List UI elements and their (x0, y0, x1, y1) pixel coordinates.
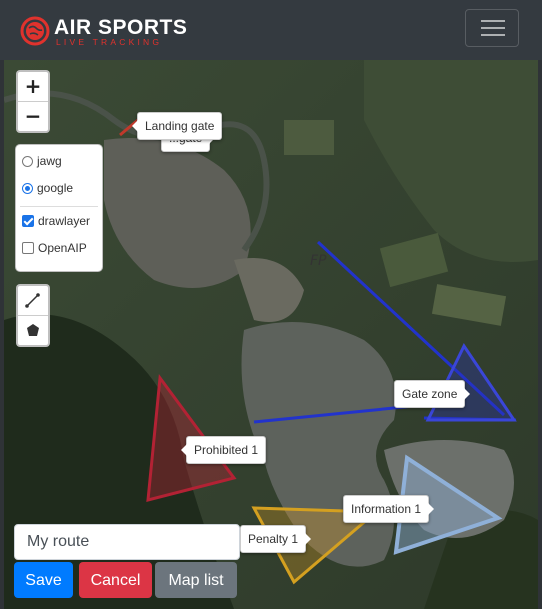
map-label-information[interactable]: Information 1 (343, 495, 435, 523)
menu-toggle-button[interactable] (465, 9, 519, 47)
polygon-icon (27, 324, 39, 336)
overlay-option-openaip[interactable]: OpenAIP (22, 241, 87, 255)
overlay-label-drawlayer: drawlayer (38, 214, 91, 228)
zoom-out-button[interactable]: − (18, 102, 48, 131)
layer-label-google: google (37, 181, 74, 195)
cancel-button[interactable]: Cancel (79, 562, 152, 598)
layer-label-jawg: jawg (37, 154, 62, 168)
layer-divider (20, 206, 98, 207)
save-button[interactable]: Save (14, 562, 73, 598)
map-list-button[interactable]: Map list (155, 562, 237, 598)
layer-option-jawg[interactable]: jawg (22, 154, 62, 168)
overlay-label-openaip: OpenAIP (38, 241, 87, 255)
map-label-fp: FP (310, 253, 327, 269)
map-label-penalty[interactable]: Penalty 1 (240, 525, 312, 553)
globe-icon (20, 16, 50, 46)
draw-polygon-button[interactable] (18, 316, 48, 345)
layer-switcher: jawg google drawlayer OpenAIP (15, 144, 103, 272)
map-label-prohibited[interactable]: Prohibited 1 (180, 436, 267, 464)
route-name-input[interactable] (14, 524, 240, 560)
radio-jawg[interactable] (22, 155, 33, 167)
map-label-landing-gate[interactable]: Landing gate (131, 112, 223, 140)
layer-option-google[interactable]: google (22, 181, 73, 195)
map-label-gate-zone[interactable]: Gate zone (394, 380, 471, 408)
map-view[interactable]: + − jawg google drawlayer OpenAIP ...gat… (4, 60, 538, 609)
zoom-in-button[interactable]: + (18, 72, 48, 102)
zoom-control: + − (16, 70, 50, 133)
checkbox-openaip[interactable] (22, 242, 34, 254)
radio-google[interactable] (22, 182, 33, 194)
checkbox-drawlayer[interactable] (22, 215, 34, 227)
navbar: AIR SPORTS LIVE TRACKING (0, 0, 542, 60)
hamburger-icon (481, 20, 505, 22)
draw-polyline-button[interactable] (18, 286, 48, 316)
brand-logo[interactable]: AIR SPORTS LIVE TRACKING (18, 14, 188, 48)
draw-toolbar (16, 284, 50, 347)
overlay-option-drawlayer[interactable]: drawlayer (22, 214, 90, 228)
polyline-icon (25, 293, 40, 308)
brand-subtitle: LIVE TRACKING (56, 37, 163, 47)
